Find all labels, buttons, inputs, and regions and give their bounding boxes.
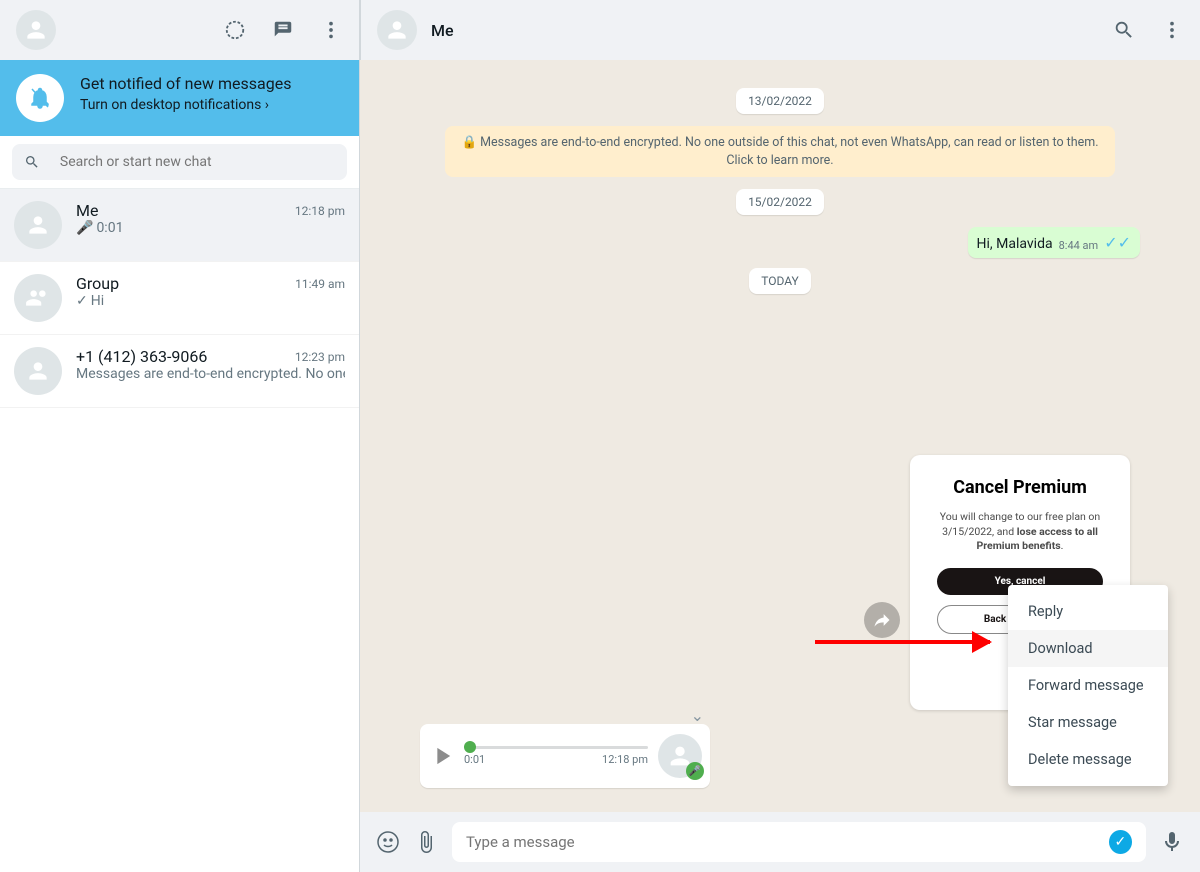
search-input[interactable] [60, 154, 335, 170]
bell-off-icon [16, 74, 64, 122]
conversation-header: Me [360, 0, 1200, 60]
search-chat-icon[interactable] [1112, 18, 1136, 42]
chevron-down-icon[interactable]: ⌄ [691, 706, 704, 725]
encryption-notice[interactable]: 🔒 Messages are end-to-end encrypted. No … [445, 126, 1115, 177]
message-outgoing[interactable]: Hi, Malavida 8:44 am ✓✓ [968, 227, 1140, 258]
mic-icon: 🎤 [76, 220, 93, 236]
mic-badge-icon: 🎤 [686, 762, 704, 780]
date-separator: 13/02/2022 [736, 88, 824, 114]
ctx-forward[interactable]: Forward message [1008, 667, 1168, 704]
chat-time: 11:49 am [295, 277, 345, 291]
chat-name: +1 (412) 363-9066 [76, 347, 207, 366]
context-menu: Reply Download Forward message Star mess… [1008, 585, 1168, 786]
forward-icon[interactable] [864, 602, 900, 638]
chat-time: 12:23 pm [295, 350, 345, 364]
date-separator: 15/02/2022 [736, 189, 824, 215]
sidebar-header [0, 0, 359, 60]
annotation-arrow [815, 640, 990, 644]
chat-list: Me 12:18 pm 🎤0:01 Group 11:49 am ✓ Hi +1 (… [0, 189, 359, 872]
message-input[interactable] [466, 833, 1109, 851]
conversation-avatar[interactable] [377, 10, 417, 50]
composer: ✓ [360, 812, 1200, 872]
chat-name: Me [76, 201, 98, 220]
search-bar [0, 136, 359, 189]
my-avatar[interactable] [16, 10, 56, 50]
message-text: Hi, Malavida [977, 236, 1053, 252]
image-card-title: Cancel Premium [928, 477, 1112, 498]
avatar [14, 347, 62, 395]
mic-icon[interactable] [1160, 830, 1184, 854]
chat-item-group[interactable]: Group 11:49 am ✓ Hi [0, 262, 359, 335]
voice-message[interactable]: ⌄ 0:0112:18 pm 🎤 [420, 724, 710, 788]
chat-item-phone[interactable]: +1 (412) 363-9066 12:23 pm Messages are e… [0, 335, 359, 408]
date-separator: TODAY [749, 268, 811, 294]
avatar [14, 274, 62, 322]
new-chat-icon[interactable] [271, 18, 295, 42]
avatar [14, 201, 62, 249]
notif-subtitle: Turn on desktop notifications › [80, 97, 291, 113]
menu-icon[interactable] [319, 18, 343, 42]
ctx-star[interactable]: Star message [1008, 704, 1168, 741]
check-icon: ✓ [76, 293, 88, 309]
play-icon[interactable] [428, 742, 456, 770]
chat-name: Group [76, 274, 119, 293]
notifications-banner[interactable]: Get notified of new messages Turn on des… [0, 60, 359, 136]
attach-icon[interactable] [414, 830, 438, 854]
chat-preview: Hi [91, 293, 104, 309]
message-time: 8:44 am [1059, 239, 1099, 252]
ctx-download[interactable]: Download [1008, 630, 1168, 667]
chat-item-me[interactable]: Me 12:18 pm 🎤0:01 [0, 189, 359, 262]
notif-title: Get notified of new messages [80, 74, 291, 93]
voice-duration: 0:01 [464, 753, 485, 766]
search-icon [24, 153, 40, 171]
chat-preview: 0:01 [96, 220, 123, 236]
conversation-menu-icon[interactable] [1160, 18, 1184, 42]
chat-preview: Messages are end-to-end encrypted. No on… [76, 366, 345, 382]
chat-time: 12:18 pm [295, 204, 345, 218]
voice-time: 12:18 pm [602, 753, 648, 766]
ctx-reply[interactable]: Reply [1008, 593, 1168, 630]
image-card-body: You will change to our free plan on 3/15… [928, 510, 1112, 554]
status-icon[interactable] [223, 18, 247, 42]
voice-avatar: 🎤 [658, 734, 702, 778]
ctx-delete[interactable]: Delete message [1008, 741, 1168, 778]
read-ticks-icon: ✓✓ [1104, 233, 1131, 252]
conversation-title: Me [431, 21, 454, 40]
track-handle[interactable] [464, 741, 476, 753]
ok-badge-icon: ✓ [1109, 830, 1132, 854]
emoji-icon[interactable] [376, 830, 400, 854]
